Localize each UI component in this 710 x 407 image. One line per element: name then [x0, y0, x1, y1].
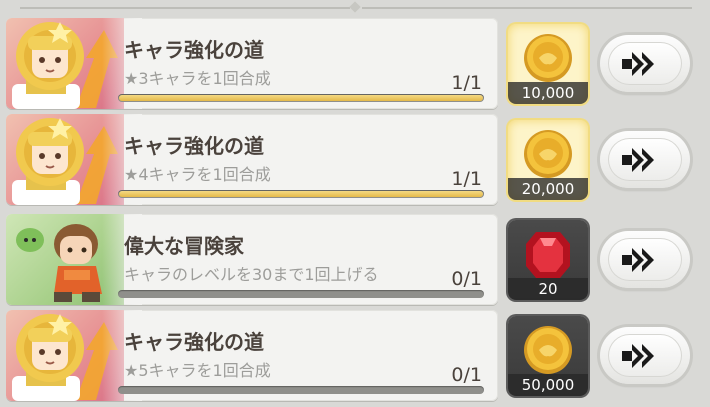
mission-description: ★3キャラを1回合成	[124, 69, 271, 88]
double-chevron-right-icon	[622, 148, 654, 172]
mission-description: ★5キャラを1回合成	[124, 361, 271, 380]
top-divider	[0, 0, 710, 14]
mission-title: 偉大な冒険家	[124, 234, 244, 258]
mission-description: キャラのレベルを30まで1回上げる	[124, 265, 379, 284]
reward-amount: 20	[508, 278, 588, 300]
mission-row: キャラ強化の道 ★5キャラを1回合成 0/1 50,000	[6, 310, 698, 401]
reward-amount: 10,000	[508, 82, 588, 104]
reward-slot[interactable]: 20	[508, 220, 588, 300]
progress-bar	[118, 190, 484, 198]
go-button[interactable]	[600, 231, 690, 288]
progress-bar-fill	[119, 191, 483, 197]
mission-card: 偉大な冒険家 キャラのレベルを30まで1回上げる 0/1	[6, 214, 498, 305]
go-button[interactable]	[600, 327, 690, 384]
mission-card: キャラ強化の道 ★5キャラを1回合成 0/1	[6, 310, 498, 401]
double-chevron-right-icon	[622, 52, 654, 76]
reward-slot[interactable]: 10,000	[508, 24, 588, 104]
mission-description: ★4キャラを1回合成	[124, 165, 271, 184]
mission-progress-count: 1/1	[451, 168, 482, 190]
mission-title: キャラ強化の道	[124, 330, 264, 354]
reward-amount: 20,000	[508, 178, 588, 200]
mission-progress-count: 0/1	[451, 364, 482, 386]
mission-title: キャラ強化の道	[124, 134, 264, 158]
mission-card: キャラ強化の道 ★3キャラを1回合成 1/1	[6, 18, 498, 109]
mission-progress-count: 0/1	[451, 268, 482, 290]
reward-amount: 50,000	[508, 374, 588, 396]
mission-row: キャラ強化の道 ★3キャラを1回合成 1/1 10,000	[6, 18, 698, 109]
mission-progress-count: 1/1	[451, 72, 482, 94]
go-button[interactable]	[600, 131, 690, 188]
double-chevron-right-icon	[622, 248, 654, 272]
progress-bar	[118, 290, 484, 298]
reward-slot[interactable]: 20,000	[508, 120, 588, 200]
mission-card: キャラ強化の道 ★4キャラを1回合成 1/1	[6, 114, 498, 205]
go-button[interactable]	[600, 35, 690, 92]
progress-bar	[118, 386, 484, 394]
mission-row: 偉大な冒険家 キャラのレベルを30まで1回上げる 0/1 20	[6, 214, 698, 305]
progress-bar-fill	[119, 95, 483, 101]
progress-bar	[118, 94, 484, 102]
reward-slot[interactable]: 50,000	[508, 316, 588, 396]
double-chevron-right-icon	[622, 344, 654, 368]
mission-row: キャラ強化の道 ★4キャラを1回合成 1/1 20,000	[6, 114, 698, 205]
mission-title: キャラ強化の道	[124, 38, 264, 62]
